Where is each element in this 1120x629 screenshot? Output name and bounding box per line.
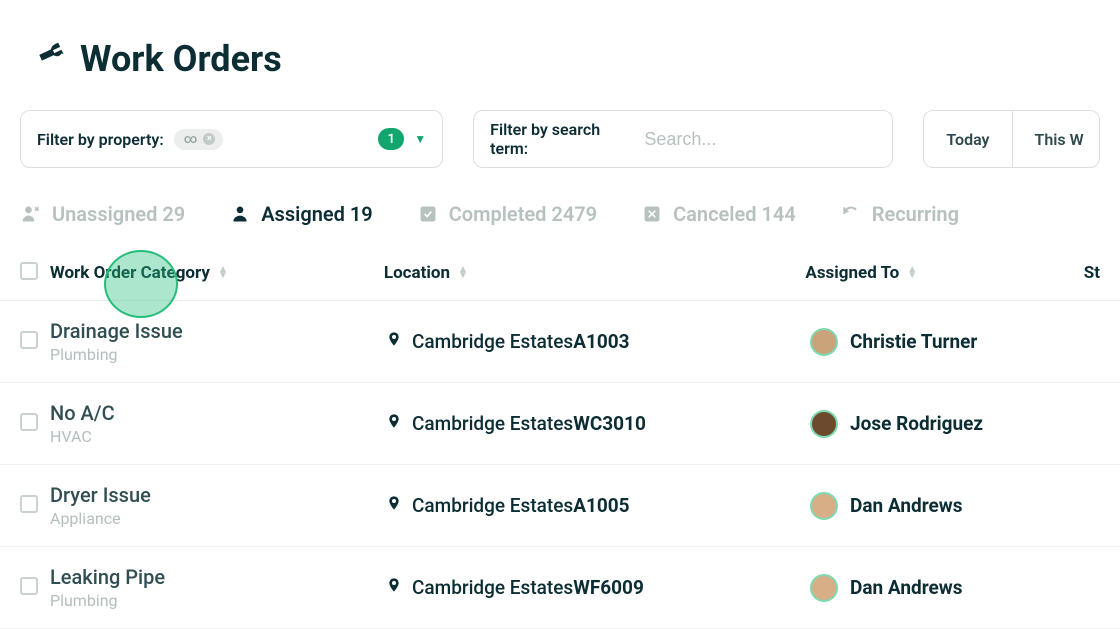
location-unit: A1005 — [573, 494, 629, 517]
avatar — [810, 492, 838, 520]
filters-row: Filter by property: ∞ × 1 ▼ Filter by se… — [0, 110, 1120, 168]
column-header-location[interactable]: Location ▲▼ — [384, 263, 806, 283]
table-header: Work Order Category ▲▼ Location ▲▼ Assig… — [0, 250, 1120, 301]
wrench-icon — [36, 42, 66, 76]
assignee-name: Christie Turner — [850, 330, 977, 353]
table-row[interactable]: Leaking Pipe Plumbing Cambridge EstatesW… — [0, 547, 1120, 629]
clear-chip-icon[interactable]: × — [203, 133, 215, 145]
filter-count-badge: 1 — [378, 128, 404, 150]
table-row[interactable]: Dryer Issue Appliance Cambridge EstatesA… — [0, 465, 1120, 547]
avatar — [810, 328, 838, 356]
page-header: Work Orders — [0, 0, 1120, 110]
x-square-icon — [641, 203, 663, 225]
check-square-icon — [417, 203, 439, 225]
search-input[interactable] — [644, 129, 876, 150]
tab-recurring[interactable]: Recurring — [840, 202, 959, 226]
row-checkbox[interactable] — [20, 413, 38, 431]
chevron-down-icon[interactable]: ▼ — [414, 132, 426, 146]
assignee-name: Dan Andrews — [850, 576, 962, 599]
tab-label: Assigned 19 — [261, 202, 373, 226]
status-tabs: Unassigned 29 Assigned 19 Completed 2479… — [0, 168, 1120, 250]
date-filter-today[interactable]: Today — [924, 111, 1012, 167]
tab-completed[interactable]: Completed 2479 — [417, 202, 597, 226]
select-all-checkbox[interactable] — [20, 262, 38, 280]
date-filter-group: Today This W — [923, 110, 1100, 168]
work-orders-table: Work Order Category ▲▼ Location ▲▼ Assig… — [0, 250, 1120, 629]
column-label: Location — [384, 263, 450, 283]
refresh-icon — [840, 203, 862, 225]
filter-search-label: Filter by search term: — [490, 120, 630, 158]
user-icon — [229, 203, 251, 225]
tab-label: Unassigned 29 — [52, 202, 185, 226]
location-pin-icon — [386, 329, 402, 354]
column-header-category[interactable]: Work Order Category ▲▼ — [50, 263, 384, 283]
location-unit: WF6009 — [573, 576, 644, 599]
link-icon: ∞ — [184, 132, 198, 147]
work-order-category: Plumbing — [50, 591, 386, 610]
location-name: Cambridge Estates — [412, 330, 573, 353]
location-unit: WC3010 — [573, 412, 646, 435]
location-name: Cambridge Estates — [412, 494, 573, 517]
filter-property-chip[interactable]: ∞ × — [174, 129, 224, 150]
row-checkbox[interactable] — [20, 495, 38, 513]
location-name: Cambridge Estates — [412, 576, 573, 599]
assignee-name: Dan Andrews — [850, 494, 962, 517]
table-row[interactable]: Drainage Issue Plumbing Cambridge Estate… — [0, 301, 1120, 383]
location-pin-icon — [386, 493, 402, 518]
filter-property-left: Filter by property: ∞ × — [37, 129, 223, 150]
tab-assigned[interactable]: Assigned 19 — [229, 202, 373, 226]
table-row[interactable]: No A/C HVAC Cambridge EstatesWC3010 Jose… — [0, 383, 1120, 465]
tab-label: Completed 2479 — [449, 202, 597, 226]
sort-icon[interactable]: ▲▼ — [218, 267, 228, 279]
work-order-title: Drainage Issue — [50, 319, 386, 343]
location-pin-icon — [386, 411, 402, 436]
tab-label: Canceled 144 — [673, 202, 796, 226]
work-order-title: No A/C — [50, 401, 386, 425]
column-label: St — [1084, 263, 1100, 283]
work-order-title: Dryer Issue — [50, 483, 386, 507]
user-x-icon — [20, 203, 42, 225]
filter-property-label: Filter by property: — [37, 130, 164, 149]
column-header-assigned-to[interactable]: Assigned To ▲▼ — [805, 263, 1083, 283]
work-order-category: HVAC — [50, 427, 386, 446]
work-order-category: Appliance — [50, 509, 386, 528]
location-pin-icon — [386, 575, 402, 600]
location-unit: A1003 — [573, 330, 629, 353]
tab-label: Recurring — [872, 202, 959, 226]
sort-icon[interactable]: ▲▼ — [907, 267, 917, 279]
avatar — [810, 574, 838, 602]
assignee-name: Jose Rodriguez — [850, 412, 983, 435]
work-order-title: Leaking Pipe — [50, 565, 386, 589]
location-name: Cambridge Estates — [412, 412, 573, 435]
filter-by-search: Filter by search term: — [473, 110, 893, 168]
column-label: Work Order Category — [50, 263, 210, 283]
tab-unassigned[interactable]: Unassigned 29 — [20, 202, 185, 226]
filter-property-right: 1 ▼ — [378, 128, 426, 150]
avatar — [810, 410, 838, 438]
work-order-category: Plumbing — [50, 345, 386, 364]
filter-by-property[interactable]: Filter by property: ∞ × 1 ▼ — [20, 110, 443, 168]
row-checkbox[interactable] — [20, 577, 38, 595]
date-filter-this-week[interactable]: This W — [1013, 111, 1101, 167]
tab-canceled[interactable]: Canceled 144 — [641, 202, 796, 226]
sort-icon[interactable]: ▲▼ — [458, 267, 468, 279]
column-header-status[interactable]: St — [1084, 263, 1100, 283]
column-label: Assigned To — [805, 263, 899, 283]
row-checkbox[interactable] — [20, 331, 38, 349]
page-title: Work Orders — [80, 38, 282, 80]
